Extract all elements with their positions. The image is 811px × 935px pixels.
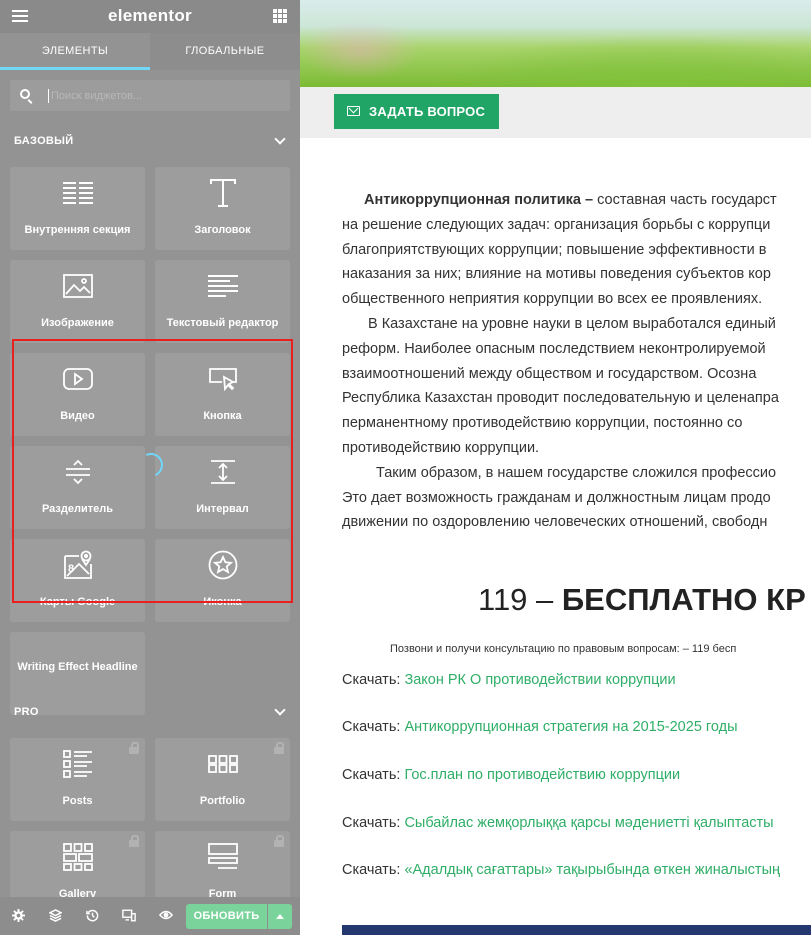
elementor-logo: elementor bbox=[108, 6, 192, 25]
download-link[interactable]: Антикоррупционная стратегия на 2015-2025… bbox=[404, 719, 737, 735]
article-line: Таким образом, в нашем государстве сложи… bbox=[376, 464, 777, 481]
download-link[interactable]: Гос.план по противодействию коррупции bbox=[404, 767, 680, 783]
download-row: Скачать: «Адалдық сағаттары» тақырыбында… bbox=[342, 862, 780, 878]
preview-eye-icon[interactable] bbox=[158, 907, 174, 923]
search-input[interactable] bbox=[51, 87, 271, 104]
download-row: Скачать: Закон РК О противодействии корр… bbox=[342, 672, 676, 688]
inner-section-icon bbox=[10, 167, 145, 219]
article-line: движении по оздоровлению человеческих от… bbox=[342, 514, 768, 531]
history-icon[interactable] bbox=[84, 907, 100, 923]
article-lead-bold: Антикоррупционная политика – bbox=[364, 192, 594, 208]
article-line: взаимоотношений между обществом и госуда… bbox=[342, 365, 757, 382]
chevron-down-icon[interactable] bbox=[274, 704, 286, 716]
widget-label: Текстовый редактор bbox=[166, 317, 279, 329]
download-link[interactable]: Сыбайлас жемқорлыққа қарсы мәдениетті қа… bbox=[404, 815, 773, 831]
article-text: Антикоррупционная политика – составная ч… bbox=[342, 188, 811, 535]
widget-label: Portfolio bbox=[199, 795, 246, 807]
download-link[interactable]: Закон РК О противодействии коррупции bbox=[404, 672, 675, 688]
article-line: благоприятствующих коррупции; повышение … bbox=[342, 241, 767, 258]
ask-question-label: ЗАДАТЬ ВОПРОС bbox=[369, 104, 486, 119]
envelope-icon bbox=[347, 106, 360, 116]
responsive-mode-icon[interactable] bbox=[121, 907, 137, 923]
portfolio-icon bbox=[155, 738, 290, 790]
widget-text-editor[interactable]: Текстовый редактор bbox=[155, 260, 290, 343]
navigator-layers-icon[interactable] bbox=[47, 907, 63, 923]
elementor-panel: elementor ЭЛЕМЕНТЫ ГЛОБАЛЬНЫЕ БАЗОВЫЙ Вн… bbox=[0, 0, 300, 935]
article-line: Антикоррупционная политика – составная ч… bbox=[364, 192, 777, 208]
widget-writing-effect-headline[interactable]: Writing Effect Headline bbox=[10, 632, 145, 715]
download-link[interactable]: «Адалдық сағаттары» тақырыбында өткен жи… bbox=[404, 862, 780, 878]
widget-label: Внутренняя секция bbox=[24, 224, 131, 236]
article-line: общественного неприятия коррупции во все… bbox=[342, 291, 763, 308]
widget-label: Posts bbox=[62, 795, 93, 807]
search-box bbox=[10, 80, 290, 111]
widget-inner-section[interactable]: Внутренняя секция bbox=[10, 167, 145, 250]
article-line: реформ. Наиболее опасным последствием не… bbox=[342, 340, 766, 357]
widget-portfolio[interactable]: Portfolio bbox=[155, 738, 290, 821]
search-icon bbox=[20, 89, 30, 99]
download-row: Скачать: Гос.план по противодействию кор… bbox=[342, 767, 681, 783]
highlight-annotation bbox=[12, 339, 293, 603]
article-line: Это дает возможность гражданам и должнос… bbox=[342, 489, 771, 506]
chevron-down-icon[interactable] bbox=[274, 133, 286, 145]
article-line: В Казахстане на уровне науки в целом выр… bbox=[368, 315, 776, 332]
form-icon bbox=[155, 831, 290, 883]
widget-label: Изображение bbox=[41, 317, 114, 329]
widget-posts[interactable]: Posts bbox=[10, 738, 145, 821]
heading-icon bbox=[155, 167, 290, 219]
article-line: на решение следующих задач: организация … bbox=[342, 216, 771, 233]
save-options-chevron-up-icon[interactable] bbox=[268, 904, 292, 929]
consultation-text: Позвони и получи консультацию по правовы… bbox=[390, 643, 737, 655]
article-line: перманентному противодействию коррупции,… bbox=[342, 415, 743, 432]
tab-elements[interactable]: ЭЛЕМЕНТЫ bbox=[0, 33, 150, 70]
text-cursor bbox=[48, 89, 49, 103]
category-title-basic[interactable]: БАЗОВЫЙ bbox=[14, 135, 73, 147]
download-row: Скачать: Антикоррупционная стратегия на … bbox=[342, 719, 738, 735]
panel-header: elementor bbox=[0, 0, 300, 33]
text-editor-icon bbox=[155, 260, 290, 312]
footer-strip bbox=[342, 925, 811, 935]
header-banner-image bbox=[300, 0, 811, 87]
widgets-grid-icon[interactable] bbox=[273, 9, 287, 23]
widget-image[interactable]: Изображение bbox=[10, 260, 145, 343]
article-line: наказания за них; влияние на мотивы пове… bbox=[342, 266, 771, 283]
category-title-pro[interactable]: PRO bbox=[14, 706, 39, 718]
image-icon bbox=[10, 260, 145, 312]
site-preview: ЗАДАТЬ ВОПРОС Антикоррупционная политика… bbox=[300, 0, 811, 935]
panel-footer: ОБНОВИТЬ bbox=[0, 897, 300, 935]
update-button[interactable]: ОБНОВИТЬ bbox=[186, 904, 267, 929]
widget-heading[interactable]: Заголовок bbox=[155, 167, 290, 250]
hotline-title: 119 – БЕСПЛАТНО КР bbox=[478, 582, 806, 617]
tab-global[interactable]: ГЛОБАЛЬНЫЕ bbox=[150, 33, 300, 70]
download-row: Скачать: Сыбайлас жемқорлыққа қарсы мәде… bbox=[342, 815, 774, 831]
posts-icon bbox=[10, 738, 145, 790]
widget-label: Заголовок bbox=[194, 224, 251, 236]
settings-gear-icon[interactable] bbox=[10, 907, 26, 923]
widget-label: Writing Effect Headline bbox=[17, 661, 138, 673]
ask-question-button[interactable]: ЗАДАТЬ ВОПРОС bbox=[334, 94, 499, 129]
panel-tabs: ЭЛЕМЕНТЫ ГЛОБАЛЬНЫЕ bbox=[0, 33, 300, 70]
article-line: Республика Казахстан проводит последоват… bbox=[342, 390, 779, 407]
ask-question-bar: ЗАДАТЬ ВОПРОС bbox=[300, 87, 811, 138]
gallery-icon bbox=[10, 831, 145, 883]
article-line: противодействию коррупции. bbox=[342, 439, 540, 456]
